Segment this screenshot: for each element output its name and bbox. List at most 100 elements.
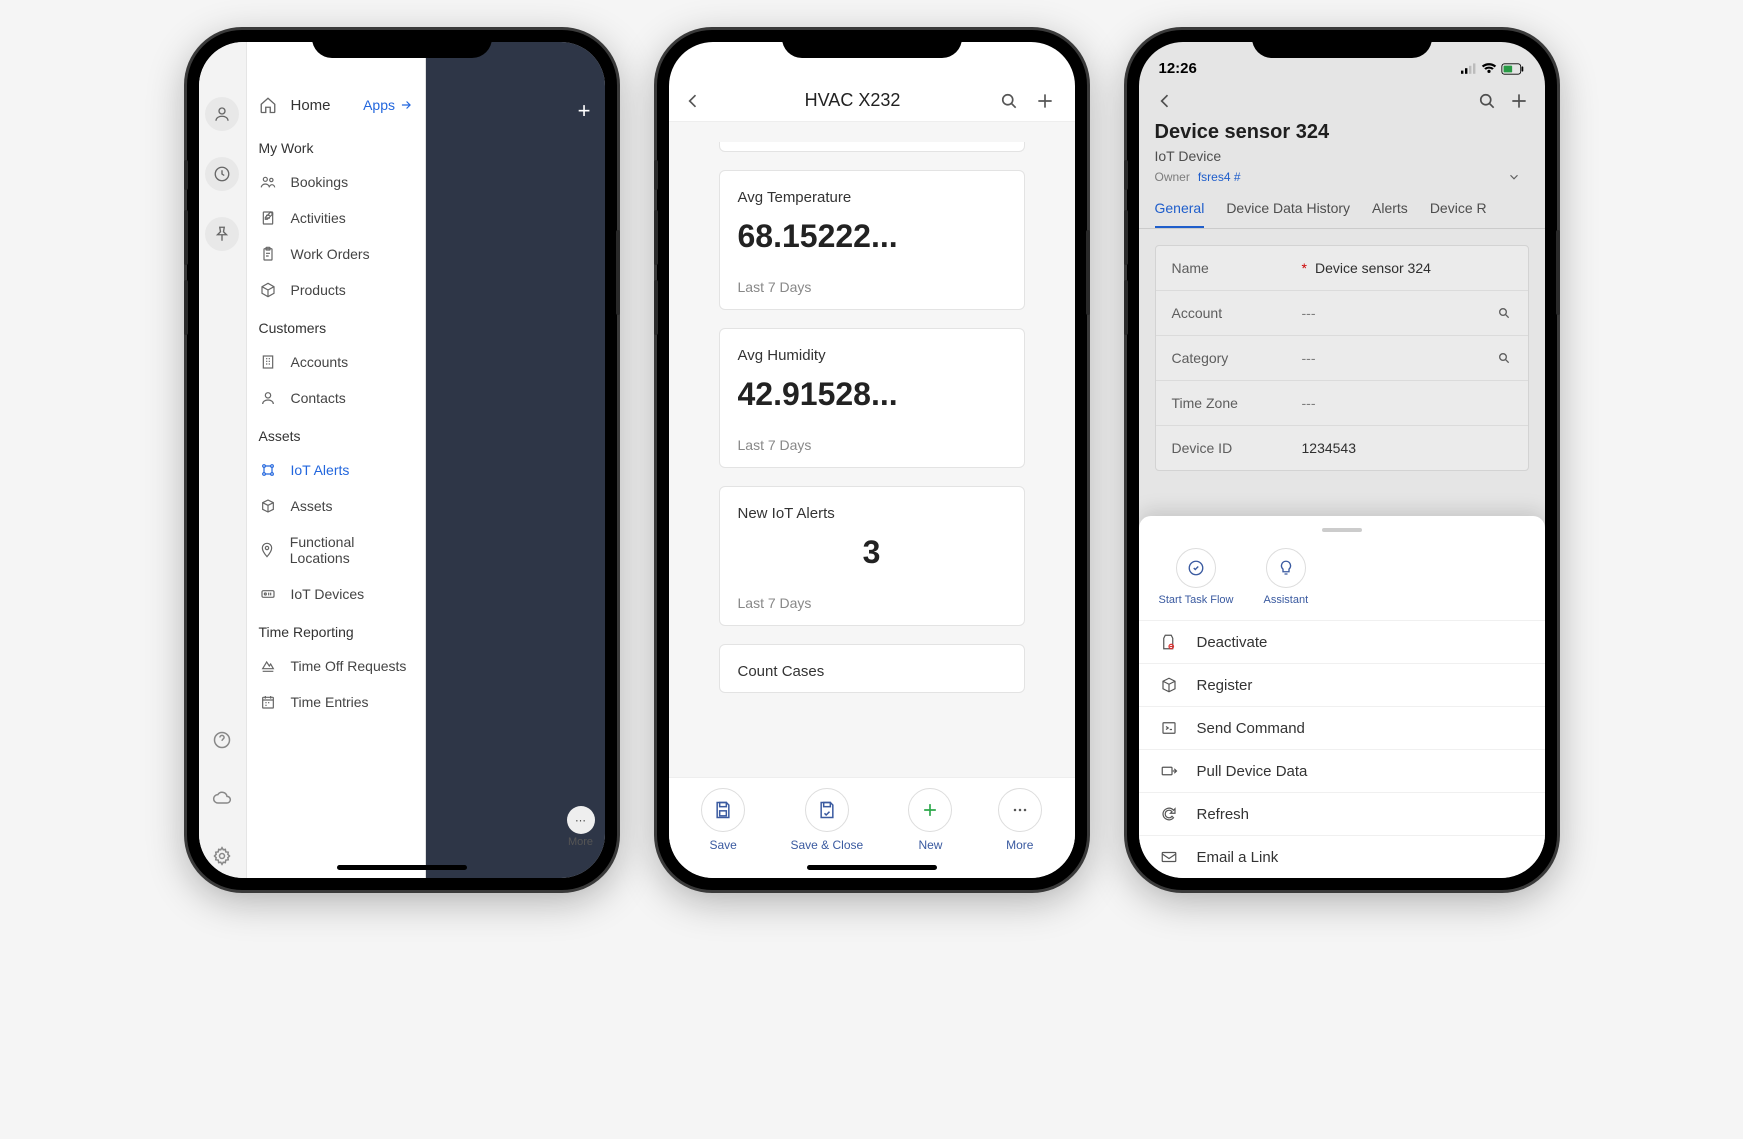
start-task-flow-button[interactable]: Start Task Flow — [1159, 548, 1234, 606]
card-count-cases[interactable]: Count Cases — [719, 644, 1025, 693]
action-send-command[interactable]: Send Command — [1139, 706, 1545, 749]
apps-link-text: Apps — [363, 97, 395, 113]
apps-link[interactable]: Apps — [363, 97, 413, 113]
card-label: Avg Temperature — [738, 189, 1006, 206]
nav-item-label: Functional Locations — [290, 534, 413, 566]
action-label: Register — [1197, 677, 1253, 694]
left-rail — [199, 42, 247, 878]
recent-icon[interactable] — [205, 157, 239, 191]
nav-item-label: IoT Devices — [291, 586, 365, 602]
phone-frame-3: 12:26 Device sensor 324 IoT Device Owner… — [1127, 30, 1557, 890]
action-deactivate[interactable]: Deactivate — [1139, 620, 1545, 663]
card-avg-humidity[interactable]: Avg Humidity 42.91528... Last 7 Days — [719, 328, 1025, 468]
nav-item-label: Work Orders — [291, 246, 370, 262]
phone-frame-2: HVAC X232 Avg Temperature 68.15222... La… — [657, 30, 1087, 890]
card-list[interactable]: Avg Temperature 68.15222... Last 7 Days … — [669, 122, 1075, 777]
action-label: Pull Device Data — [1197, 763, 1308, 780]
cloud-icon[interactable] — [212, 788, 232, 808]
nav-item-label: Accounts — [291, 354, 349, 370]
lightbulb-icon — [1266, 548, 1306, 588]
refresh-icon — [1159, 805, 1179, 823]
settings-icon[interactable] — [212, 846, 232, 866]
quick-label: Assistant — [1264, 594, 1309, 606]
register-icon — [1159, 676, 1179, 694]
toolbar-label: Save — [709, 838, 736, 852]
profile-icon[interactable] — [205, 97, 239, 131]
section-time-reporting: Time Reporting — [247, 612, 426, 648]
new-button[interactable]: New — [908, 788, 952, 852]
card-value: 42.91528... — [738, 376, 1006, 413]
email-icon — [1159, 848, 1179, 866]
screen-device-sensor: 12:26 Device sensor 324 IoT Device Owner… — [1139, 42, 1545, 878]
assistant-button[interactable]: Assistant — [1264, 548, 1309, 606]
people-icon — [259, 174, 277, 190]
section-my-work: My Work — [247, 128, 426, 164]
nav-bookings[interactable]: Bookings — [247, 164, 426, 200]
header: HVAC X232 — [669, 42, 1075, 122]
toolbar-label: Save & Close — [790, 838, 863, 852]
note-icon — [259, 210, 277, 226]
home-indicator[interactable] — [337, 865, 467, 870]
action-refresh[interactable]: Refresh — [1139, 792, 1545, 835]
iot-alert-icon — [259, 462, 277, 478]
action-label: Refresh — [1197, 806, 1250, 823]
action-label: Send Command — [1197, 720, 1305, 737]
card-label: Avg Humidity — [738, 347, 1006, 364]
card-label: Count Cases — [738, 663, 1006, 680]
home-label[interactable]: Home — [291, 97, 350, 114]
home-icon — [259, 96, 277, 114]
section-assets: Assets — [247, 416, 426, 452]
package-icon — [259, 282, 277, 298]
nav-work-orders[interactable]: Work Orders — [247, 236, 426, 272]
nav-accounts[interactable]: Accounts — [247, 344, 426, 380]
command-icon — [1159, 719, 1179, 737]
more-button[interactable]: More — [998, 788, 1042, 852]
nav-item-label: Time Off Requests — [291, 658, 407, 674]
person-icon — [259, 390, 277, 406]
nav-iot-alerts[interactable]: IoT Alerts — [247, 452, 426, 488]
home-indicator[interactable] — [807, 865, 937, 870]
sheet-handle[interactable] — [1322, 528, 1362, 532]
nav-time-entries[interactable]: Time Entries — [247, 684, 426, 720]
card-period: Last 7 Days — [738, 437, 1006, 453]
search-icon[interactable] — [999, 91, 1025, 111]
nav-activities[interactable]: Activities — [247, 200, 426, 236]
nav-iot-devices[interactable]: IoT Devices — [247, 576, 426, 612]
task-flow-icon — [1176, 548, 1216, 588]
card-period: Last 7 Days — [738, 279, 1006, 295]
pin-icon[interactable] — [205, 217, 239, 251]
nav-time-off[interactable]: Time Off Requests — [247, 648, 426, 684]
location-icon — [259, 542, 276, 558]
add-icon[interactable] — [1035, 91, 1061, 111]
help-icon[interactable] — [212, 730, 232, 750]
action-register[interactable]: Register — [1139, 663, 1545, 706]
action-email-link[interactable]: Email a Link — [1139, 835, 1545, 878]
pull-icon — [1159, 762, 1179, 780]
nav-item-label: Bookings — [291, 174, 349, 190]
card-label: New IoT Alerts — [738, 505, 1006, 522]
action-pull-device-data[interactable]: Pull Device Data — [1139, 749, 1545, 792]
calendar-icon — [259, 694, 277, 710]
save-button[interactable]: Save — [701, 788, 745, 852]
action-list: Deactivate Register Send Command Pull De… — [1139, 620, 1545, 878]
timeoff-icon — [259, 658, 277, 674]
save-close-button[interactable]: Save & Close — [790, 788, 863, 852]
back-button[interactable] — [683, 91, 707, 111]
nav-assets[interactable]: Assets — [247, 488, 426, 524]
nav-products[interactable]: Products — [247, 272, 426, 308]
card-value: 3 — [738, 534, 1006, 571]
card-value: 68.15222... — [738, 218, 1006, 255]
more-label: More — [568, 836, 593, 848]
card-avg-temperature[interactable]: Avg Temperature 68.15222... Last 7 Days — [719, 170, 1025, 310]
device-icon — [259, 586, 277, 602]
card-iot-alerts[interactable]: New IoT Alerts 3 Last 7 Days — [719, 486, 1025, 626]
more-button-hidden: ⋯ More — [567, 806, 595, 848]
clipboard-icon — [259, 246, 277, 262]
bottom-toolbar: Save Save & Close New More — [669, 777, 1075, 878]
action-label: Email a Link — [1197, 849, 1279, 866]
nav-functional-locations[interactable]: Functional Locations — [247, 524, 426, 576]
backdrop-overlay[interactable]: + ⋯ More — [426, 42, 605, 878]
phone-frame-1: Home Apps My Work Bookings Activities Wo… — [187, 30, 617, 890]
nav-contacts[interactable]: Contacts — [247, 380, 426, 416]
nav-item-label: Activities — [291, 210, 346, 226]
